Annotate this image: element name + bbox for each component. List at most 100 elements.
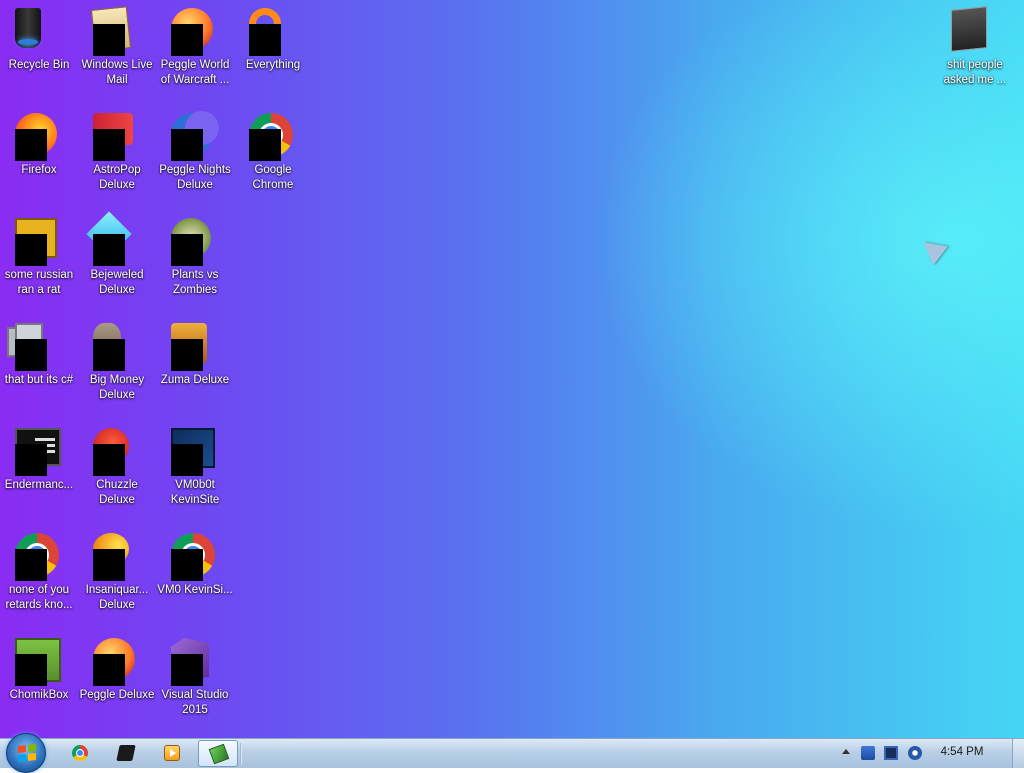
firefox-icon [15,113,63,161]
desktop-icon-windows-live-mail[interactable]: Windows Live Mail [78,2,156,88]
desktop-icon-label: Visual Studio 2015 [161,689,229,716]
desktop-icon-zuma-deluxe[interactable]: Zuma Deluxe [156,317,234,388]
peggle-icon [93,638,141,686]
chrome-icon [171,533,219,581]
desktop-icon-peggle-deluxe[interactable]: Peggle Deluxe [78,632,156,703]
media-player-icon [164,745,180,761]
chrome-icon [15,533,63,581]
desktop-icon-label: that but its c# [4,374,74,386]
desktop-icon-label: Everything [245,59,301,71]
fish-icon [93,533,141,581]
desktop-icon-label: none of you retards kno... [5,584,73,611]
desktop-icon-label: Windows Live Mail [81,59,153,86]
chrome-icon [72,745,88,761]
redaction-box [15,549,47,581]
redaction-box [93,444,125,476]
show-hidden-icons-chevron-up-icon[interactable] [842,749,850,754]
desktop-icon-visual-studio-2015[interactable]: Visual Studio 2015 [156,632,234,718]
desktop-icon-label: shit people asked me ... [943,59,1007,86]
desktop-icon-label: VM0 KevinSi... [157,584,233,596]
redaction-box [93,339,125,371]
visual-studio-icon [171,638,219,686]
chomikbox-icon [15,638,63,686]
desktop-icon-label: Big Money Deluxe [89,374,145,401]
desktop-icon-label: Bejeweled Deluxe [90,269,144,296]
redaction-box [15,444,47,476]
windows-logo-icon [18,744,36,762]
desktop-icon-firefox[interactable]: Firefox [0,107,78,178]
desktop-icon-astropop-deluxe[interactable]: AstroPop Deluxe [78,107,156,193]
redaction-box [15,129,47,161]
desktop-icon-everything[interactable]: Everything [234,2,312,73]
desktop-icon-label: Firefox [21,164,57,176]
desktop-icon-insaniquarium-deluxe[interactable]: Insaniquar... Deluxe [78,527,156,613]
redaction-box [15,234,47,266]
desktop-icon-label: some russian ran a rat [4,269,74,296]
redaction-box [15,339,47,371]
desktop-icon-bejeweled-deluxe[interactable]: Bejeweled Deluxe [78,211,156,298]
network-monitor-icon[interactable] [884,746,898,760]
redaction-box [93,654,125,686]
taskbar-app-button[interactable] [106,740,146,767]
redaction-box [93,549,125,581]
redaction-box [171,339,203,371]
desktop-icon-recycle-bin[interactable]: Recycle Bin [0,2,78,73]
desktop-icon-label: Endermanc... [4,479,74,491]
show-desktop-button[interactable] [1012,739,1024,768]
desktop-icon-plants-vs-zombies[interactable]: Plants vs Zombies [156,212,234,298]
stacked-windows-icon [15,323,63,371]
taskbar: 4:54 PM [0,733,1024,773]
volume-speaker-icon[interactable] [908,746,922,760]
taskbar-clock[interactable]: 4:54 PM [932,746,992,758]
desktop-icon-peggle-nights-deluxe[interactable]: Peggle Nights Deluxe [156,107,234,193]
desktop-icon-google-chrome[interactable]: Google Chrome [234,107,312,193]
desktop-icon-label: Zuma Deluxe [160,374,230,386]
money-sack-icon [93,323,141,371]
redaction-box [171,129,203,161]
redaction-box [15,654,47,686]
action-center-flag-icon[interactable] [861,746,875,760]
desktop-icon-label: Google Chrome [252,164,294,191]
taskbar-media-player-button[interactable] [152,740,192,767]
desktop-icon-label: AstroPop Deluxe [93,164,141,191]
astropop-icon [93,113,141,161]
recycle-bin-icon [15,8,63,56]
desktop-icon-vm0b0t-kevinsite[interactable]: VM0b0t KevinSite [156,422,234,508]
desktop-icon-big-money-deluxe[interactable]: Big Money Deluxe [78,317,156,403]
document-icon [15,218,63,266]
black-app-icon [116,745,136,761]
desktop-icon-label: Peggle World of Warcraft ... [160,59,230,86]
desktop-icon-label: ChomikBox [9,689,69,701]
desktop-icon-label: Recycle Bin [8,59,70,71]
desktop-icon-endermanc[interactable]: Endermanc... [0,422,78,493]
desktop-icon-some-russian-ran-a-rat[interactable]: some russian ran a rat [0,212,78,298]
taskbar-active-app-button[interactable] [198,740,238,767]
redaction-box [249,129,281,161]
redaction-box [171,444,203,476]
redaction-box [171,24,203,56]
folder-icon [951,6,999,56]
desktop-icon-vm0-kevinsite[interactable]: VM0 KevinSi... [156,527,234,598]
taskbar-chrome-button[interactable] [60,740,100,767]
desktop-icon-chomikbox[interactable]: ChomikBox [0,632,78,703]
chuzzle-icon [93,428,141,476]
redaction-box [93,129,125,161]
desktop-icon-label: Plants vs Zombies [171,269,219,296]
plant-icon [171,218,219,266]
redaction-box [171,654,203,686]
desktop[interactable]: Recycle Bin Firefox some russian ran a r… [0,0,1024,738]
windows-start-icon[interactable] [6,733,46,773]
zuma-icon [171,323,219,371]
desktop-icon-peggle-world-of-warcraft[interactable]: Peggle World of Warcraft ... [156,2,234,88]
desktop-icon-that-but-its-csharp[interactable]: that but its c# [0,317,78,388]
mouse-cursor-icon [915,232,949,266]
desktop-icon-chuzzle-deluxe[interactable]: Chuzzle Deluxe [78,422,156,508]
search-ring-icon [249,8,297,56]
mail-icon [90,6,141,56]
redaction-box [171,234,203,266]
gem-icon [86,211,141,266]
desktop-icon-shit-people-asked-me[interactable]: shit people asked me ... [936,2,1014,88]
system-tray: 4:54 PM [834,739,1024,768]
desktop-icon-none-of-you[interactable]: none of you retards kno... [0,527,78,613]
desktop-icon-label: VM0b0t KevinSite [170,479,220,506]
